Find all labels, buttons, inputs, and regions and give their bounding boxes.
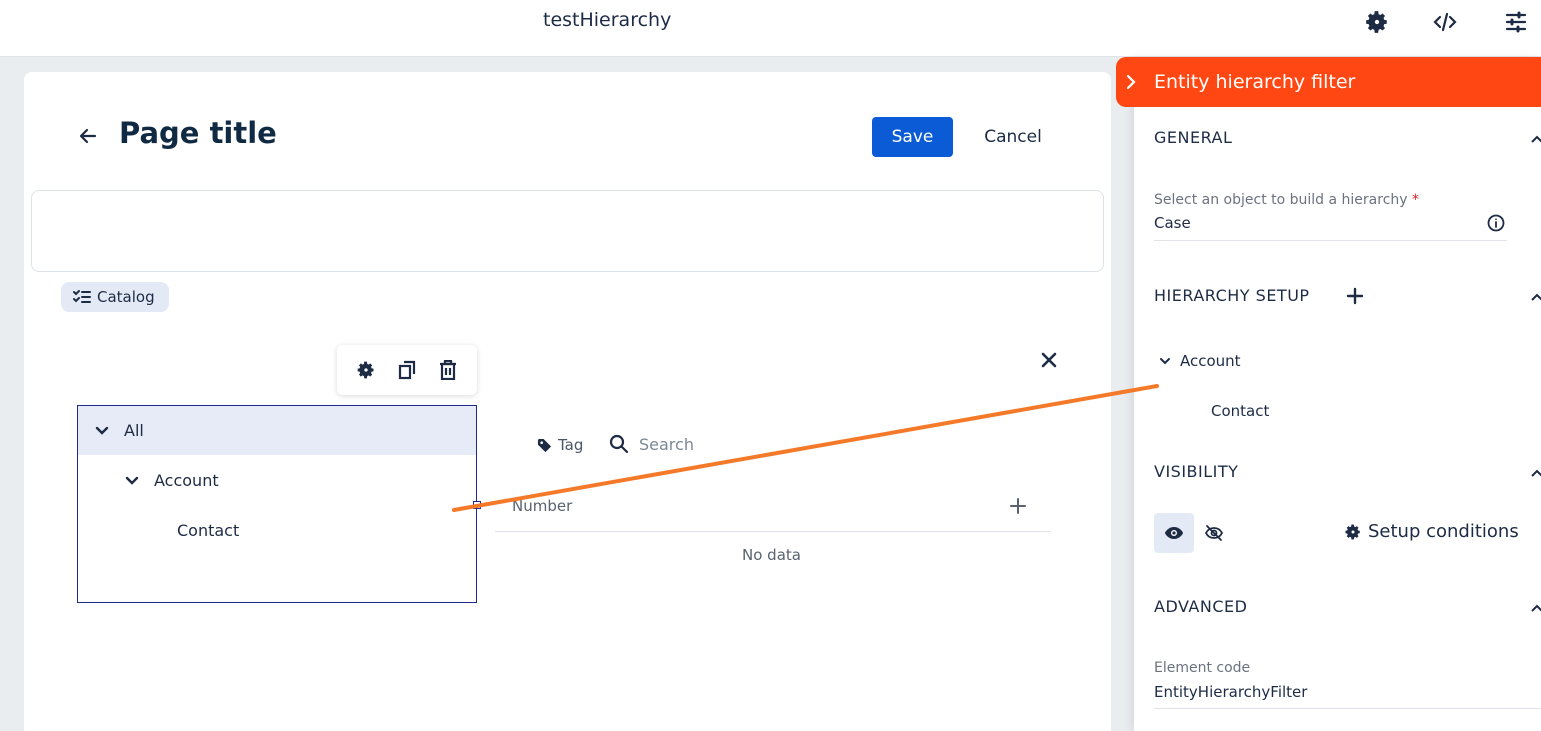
copy-icon[interactable] [394,357,420,383]
tree-item-label: Account [154,471,219,490]
tree-item-account[interactable]: Account [78,456,476,505]
search-box[interactable] [609,434,839,454]
top-bar: testHierarchy [0,0,1541,57]
panel-title: Entity hierarchy filter [1154,71,1356,93]
search-icon [609,434,629,454]
tag-filter-label: Tag [558,436,584,454]
object-field-value[interactable]: Case [1154,214,1191,232]
page-canvas [24,72,1111,731]
hierarchy-item-label: Contact [1211,402,1270,420]
chevron-up-icon[interactable] [1530,290,1541,304]
tag-filter[interactable]: Tag [537,436,583,454]
panel-header: Entity hierarchy filter [1116,57,1541,107]
section-general-title[interactable]: GENERAL [1154,128,1232,147]
add-hierarchy-icon[interactable] [1343,284,1367,308]
tree-item-contact[interactable]: Contact [78,506,476,555]
sliders-icon[interactable] [1502,8,1530,36]
catalog-chip[interactable]: Catalog [61,282,169,312]
chevron-up-icon[interactable] [1530,601,1541,615]
cancel-button[interactable]: Cancel [970,117,1056,157]
chevron-up-icon[interactable] [1530,132,1541,146]
search-input[interactable] [639,434,839,454]
element-toolbar [337,345,477,395]
gear-settings-icon[interactable] [1363,8,1391,36]
trash-icon[interactable] [435,357,461,383]
section-hierarchy-setup-title[interactable]: HIERARCHY SETUP [1154,286,1310,305]
hierarchy-tree: All Account Contact [77,405,477,603]
object-field-underline [1154,240,1507,241]
checklist-icon [73,290,91,303]
section-visibility-title[interactable]: VISIBILITY [1154,462,1238,481]
back-arrow-icon[interactable] [76,124,100,148]
column-header-number[interactable]: Number [512,497,572,515]
visible-toggle-button[interactable] [1154,513,1194,553]
gear-settings-icon [1345,524,1360,539]
tree-item-label: Contact [177,521,240,540]
properties-panel [1134,57,1541,731]
chevron-down-icon[interactable] [1158,356,1172,366]
info-icon[interactable] [1486,213,1506,233]
section-advanced-title[interactable]: ADVANCED [1154,597,1247,616]
required-mark: * [1412,192,1420,208]
element-code-underline [1154,708,1541,709]
tag-icon [537,438,552,452]
table-divider [495,531,1051,532]
close-icon[interactable] [1037,348,1061,372]
catalog-chip-label: Catalog [97,288,155,306]
app-title: testHierarchy [543,9,672,31]
settings-gear-icon[interactable] [353,357,379,383]
resize-handle[interactable] [473,501,481,509]
chevron-up-icon[interactable] [1530,466,1541,480]
chevron-down-icon[interactable] [122,471,142,491]
eye-off-icon [1204,525,1224,541]
setup-conditions-button[interactable]: Setup conditions [1344,521,1519,542]
save-button[interactable]: Save [872,117,953,157]
element-code-value[interactable]: EntityHierarchyFilter [1154,683,1307,701]
hierarchy-item-label: Account [1180,352,1241,370]
chevron-down-icon[interactable] [92,421,112,441]
tree-item-label: All [124,421,144,440]
hierarchy-item-contact[interactable]: Contact [1211,402,1269,420]
tree-item-all[interactable]: All [78,406,476,455]
header-container[interactable] [31,190,1104,272]
empty-state-text: No data [742,546,801,564]
element-code-label: Element code [1154,660,1251,676]
collapse-panel-icon[interactable] [1120,71,1142,93]
page-title[interactable]: Page title [119,116,277,150]
code-icon[interactable] [1431,8,1459,36]
hierarchy-item-account[interactable]: Account [1158,352,1241,370]
object-field-label: Select an object to build a hierarchy * [1154,192,1420,208]
eye-icon [1165,527,1183,539]
hidden-toggle-button[interactable] [1194,513,1234,553]
setup-conditions-label: Setup conditions [1368,521,1519,542]
add-column-icon[interactable] [1006,494,1030,518]
